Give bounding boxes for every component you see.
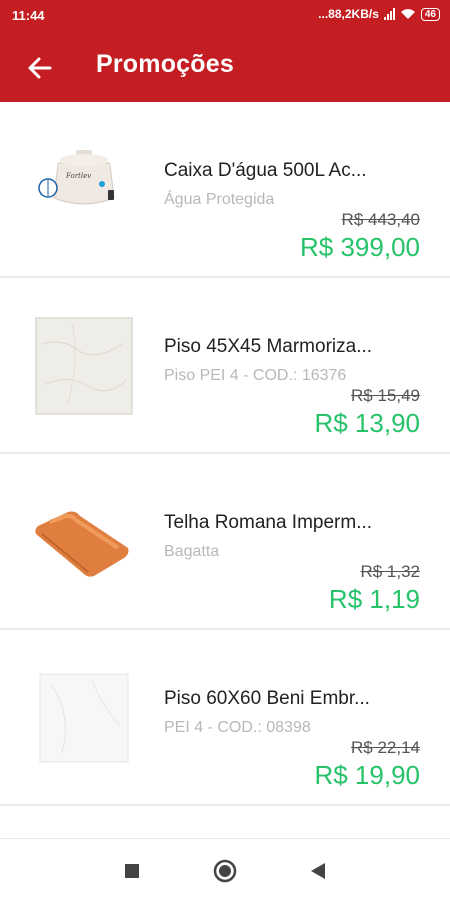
product-new-price: R$ 1,19 <box>328 584 420 614</box>
product-card[interactable]: Fortlev Caixa D'água 500L Ac... Água Pro… <box>0 102 450 278</box>
product-name: Piso 45X45 Marmoriza... <box>164 336 373 357</box>
product-old-price: R$ 443,40 <box>341 210 420 229</box>
status-right: ...88,2KB/s 46 <box>318 7 440 21</box>
product-subtitle: Água Protegida <box>164 191 275 208</box>
product-card[interactable]: Piso 45X45 Marmoriza... Piso PEI 4 - COD… <box>0 278 450 454</box>
product-name: Caixa D'água 500L Ac... <box>164 160 367 181</box>
water-tank-image: Fortlev <box>38 150 115 205</box>
square-icon[interactable] <box>118 857 146 885</box>
roof-tile-image <box>35 511 129 577</box>
product-subtitle: Bagatta <box>164 543 220 560</box>
battery-indicator: 46 <box>420 7 440 21</box>
marble-tile-image <box>35 317 133 415</box>
product-new-price: R$ 19,90 <box>314 760 420 790</box>
page-title: Promoções <box>96 50 234 78</box>
product-new-price: R$ 13,90 <box>314 408 420 438</box>
status-time: 11:44 <box>12 8 45 23</box>
product-list: Fortlev Caixa D'água 500L Ac... Água Pro… <box>0 102 450 806</box>
product-card[interactable]: Piso 60X60 Beni Embr... PEI 4 - COD.: 08… <box>0 630 450 806</box>
product-subtitle: Piso PEI 4 - COD.: 16376 <box>164 367 347 384</box>
arrow-left-icon[interactable] <box>26 54 54 82</box>
app-bar: Promoções <box>0 32 450 102</box>
triangle-back-icon[interactable] <box>304 857 332 885</box>
product-card[interactable]: Telha Romana Imperm... Bagatta R$ 1,32 R… <box>0 454 450 630</box>
product-name: Piso 60X60 Beni Embr... <box>164 688 370 709</box>
network-speed: ...88,2KB/s <box>318 7 379 21</box>
wifi-icon <box>400 9 415 19</box>
svg-text:Fortlev: Fortlev <box>65 172 91 180</box>
white-tile-image <box>39 673 129 763</box>
product-old-price: R$ 1,32 <box>360 562 420 581</box>
product-new-price: R$ 399,00 <box>300 232 420 262</box>
product-old-price: R$ 22,14 <box>351 738 420 757</box>
product-name: Telha Romana Imperm... <box>164 512 373 533</box>
circle-icon[interactable] <box>211 857 239 885</box>
system-nav-bar <box>0 838 450 900</box>
status-bar: 11:44 ...88,2KB/s 46 <box>0 0 450 32</box>
product-subtitle: PEI 4 - COD.: 08398 <box>164 719 311 736</box>
signal-icon <box>383 8 395 20</box>
product-old-price: R$ 15,49 <box>351 386 420 405</box>
